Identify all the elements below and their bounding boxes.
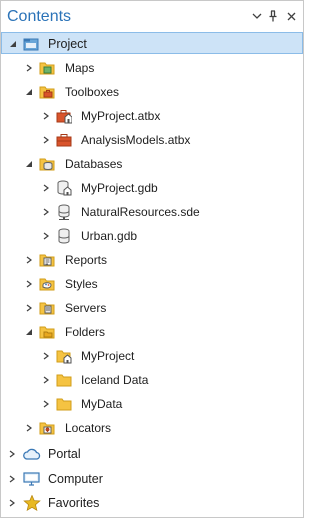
- tree-item-label: Locators: [65, 421, 112, 435]
- project-toolbox-icon: [56, 108, 73, 124]
- expanded-caret-icon[interactable]: [7, 38, 19, 50]
- tree-item-label: Toolboxes: [65, 85, 120, 99]
- chevron-down-icon: [252, 13, 262, 19]
- star-icon: [23, 494, 41, 512]
- servers-folder-icon: [39, 300, 55, 316]
- tree-item-label: NaturalResources.sde: [81, 205, 200, 219]
- cloud-icon: [23, 446, 41, 462]
- tree-item-toolbox[interactable]: AnalysisModels.atbx: [1, 129, 303, 151]
- collapsed-caret-icon[interactable]: [6, 473, 18, 485]
- options-button[interactable]: [250, 8, 264, 24]
- collapsed-caret-icon[interactable]: [23, 62, 35, 74]
- styles-folder-icon: [39, 276, 55, 292]
- tree-item-label: MyData: [81, 397, 123, 411]
- tree-item-label: Reports: [65, 253, 108, 267]
- collapsed-caret-icon[interactable]: [6, 448, 18, 460]
- tree-item-folder[interactable]: MyData: [1, 393, 303, 415]
- collapsed-caret-icon[interactable]: [40, 374, 52, 386]
- tree-item-maps[interactable]: Maps: [1, 57, 303, 79]
- folders-folder-icon: [39, 324, 55, 340]
- tree-item-toolbox[interactable]: MyProject.atbx: [1, 105, 303, 127]
- tree-item-label: Styles: [65, 277, 98, 291]
- locators-folder-icon: [39, 420, 55, 436]
- project-icon: [23, 36, 39, 52]
- collapsed-caret-icon[interactable]: [23, 254, 35, 266]
- tree-item-label: Databases: [65, 157, 123, 171]
- tree-item-favorites[interactable]: Favorites: [1, 492, 303, 514]
- expanded-caret-icon[interactable]: [23, 158, 35, 170]
- toolboxes-folder-icon: [39, 84, 55, 100]
- tree-item-label: MyProject.atbx: [81, 109, 161, 123]
- tree-item-database[interactable]: MyProject.gdb: [1, 177, 303, 199]
- tree-item-label: Servers: [65, 301, 107, 315]
- toolbox-icon: [56, 132, 72, 148]
- collapsed-caret-icon[interactable]: [40, 182, 52, 194]
- tree-item-toolboxes[interactable]: Toolboxes: [1, 81, 303, 103]
- tree-item-databases[interactable]: Databases: [1, 153, 303, 175]
- maps-folder-icon: [39, 60, 55, 76]
- tree-item-computer[interactable]: Computer: [1, 468, 303, 490]
- tree-item-label: Portal: [48, 447, 81, 461]
- contents-pane: Contents Project Maps Toolboxes MyProjec…: [0, 0, 304, 518]
- tree-item-label: Project: [48, 37, 87, 51]
- close-icon: [287, 12, 295, 20]
- pin-icon: [269, 10, 277, 22]
- tree-item-label: Folders: [65, 325, 106, 339]
- project-folder-icon: [56, 348, 72, 364]
- geodatabase-icon: [56, 228, 72, 244]
- collapsed-caret-icon[interactable]: [6, 497, 18, 509]
- collapsed-caret-icon[interactable]: [40, 230, 52, 242]
- tree-item-reports[interactable]: Reports: [1, 249, 303, 271]
- tree-item-folders[interactable]: Folders: [1, 321, 303, 343]
- tree-item-portal[interactable]: Portal: [1, 443, 303, 465]
- tree-item-label: Urban.gdb: [81, 229, 138, 243]
- collapsed-caret-icon[interactable]: [40, 110, 52, 122]
- tree-item-database[interactable]: NaturalResources.sde: [1, 201, 303, 223]
- collapsed-caret-icon[interactable]: [40, 134, 52, 146]
- collapsed-caret-icon[interactable]: [40, 398, 52, 410]
- collapsed-caret-icon[interactable]: [40, 206, 52, 218]
- expanded-caret-icon[interactable]: [23, 326, 35, 338]
- tree-item-label: Favorites: [48, 496, 100, 510]
- tree-item-folder[interactable]: Iceland Data: [1, 369, 303, 391]
- expanded-caret-icon[interactable]: [23, 86, 35, 98]
- folder-icon: [56, 396, 72, 412]
- project-geodatabase-icon: [56, 180, 72, 196]
- tree-item-project[interactable]: Project: [1, 32, 303, 54]
- pin-button[interactable]: [266, 8, 280, 24]
- tree-item-label: Computer: [48, 472, 103, 486]
- tree-item-label: MyProject.gdb: [81, 181, 158, 195]
- tree-item-label: MyProject: [81, 349, 135, 363]
- pane-header: Contents: [1, 1, 303, 31]
- pane-title: Contents: [7, 8, 72, 25]
- databases-folder-icon: [39, 156, 55, 172]
- collapsed-caret-icon[interactable]: [23, 278, 35, 290]
- computer-icon: [23, 471, 40, 487]
- tree-item-database[interactable]: Urban.gdb: [1, 225, 303, 247]
- reports-folder-icon: [39, 252, 55, 268]
- tree-item-folder[interactable]: MyProject: [1, 345, 303, 367]
- tree-item-label: Iceland Data: [81, 373, 149, 387]
- collapsed-caret-icon[interactable]: [23, 422, 35, 434]
- tree-item-locators[interactable]: Locators: [1, 417, 303, 439]
- tree-item-label: Maps: [65, 61, 95, 75]
- collapsed-caret-icon[interactable]: [23, 302, 35, 314]
- close-button[interactable]: [284, 8, 298, 24]
- database-connection-icon: [56, 204, 72, 220]
- tree-item-servers[interactable]: Servers: [1, 297, 303, 319]
- tree-item-label: AnalysisModels.atbx: [81, 133, 191, 147]
- tree-item-styles[interactable]: Styles: [1, 273, 303, 295]
- folder-icon: [56, 372, 72, 388]
- collapsed-caret-icon[interactable]: [40, 350, 52, 362]
